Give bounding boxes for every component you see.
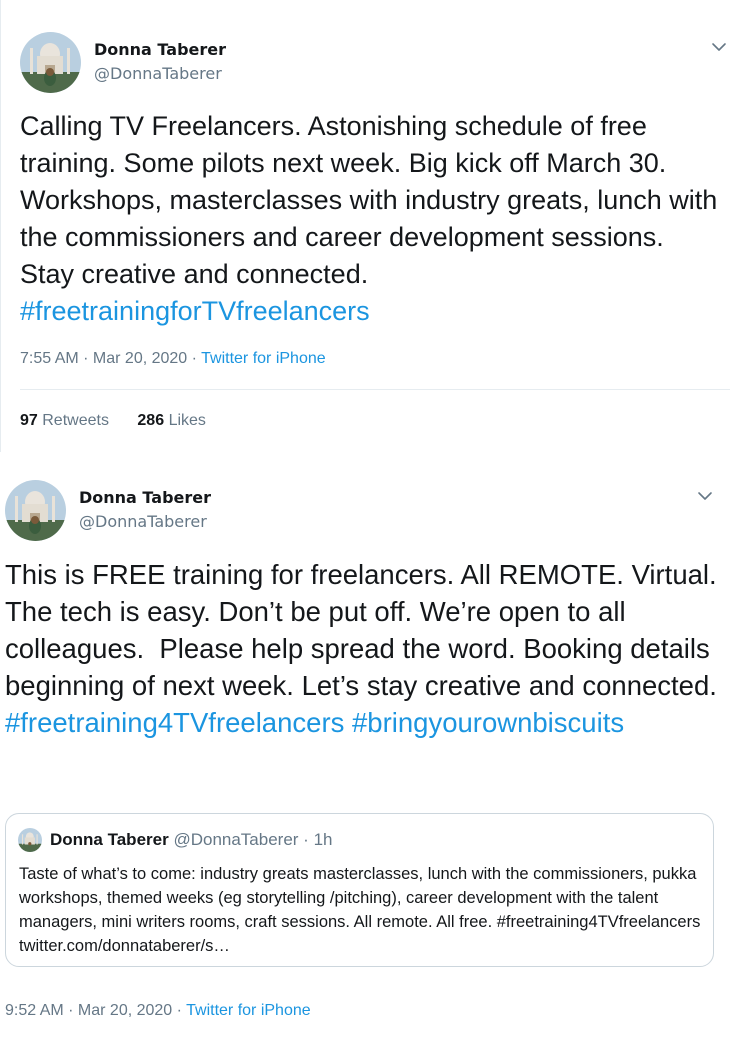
retweets-stat[interactable]: 97 Retweets [20,412,109,429]
tweet-date[interactable]: Mar 20, 2020 [93,350,187,367]
likes-count: 286 [137,412,165,429]
quoted-tweet[interactable]: Donna Taberer @DonnaTaberer · 1h Taste o… [5,813,714,967]
hashtag-link[interactable]: #bringyourownbiscuits [352,707,624,738]
meta-separator: · [78,350,93,367]
author-handle[interactable]: @DonnaTaberer [94,64,222,83]
quote-author-handle: @DonnaTaberer [173,830,299,849]
quote-header: Donna Taberer @DonnaTaberer · 1h [50,830,332,850]
taj-mahal-avatar-icon [18,828,42,852]
quote-avatar [18,828,42,852]
tweet-time[interactable]: 9:52 AM [5,1002,64,1019]
retweets-count: 97 [20,412,38,429]
quote-text: Taste of what’s to come: industry greats… [19,865,701,955]
avatar[interactable] [5,480,66,541]
tweet-text: Calling TV Freelancers. Astonishing sche… [20,108,720,330]
tweet-stats: 97 Retweets 286 Likes [20,412,230,430]
quote-dot: · [298,830,314,849]
quote-author-name: Donna Taberer [50,830,169,849]
likes-stat[interactable]: 286 Likes [137,412,206,429]
meta-separator: · [172,1002,187,1019]
tweet-meta: 7:55 AM · Mar 20, 2020 · Twitter for iPh… [20,350,326,368]
tweet-text: This is FREE training for freelancers. A… [5,556,735,741]
tweet-2: Donna Taberer @DonnaTaberer This is FREE… [0,452,745,1041]
retweets-label: Retweets [42,412,109,429]
taj-mahal-avatar-icon [5,480,66,541]
tweet-1: Donna Taberer @DonnaTaberer Calling TV F… [0,0,745,452]
chevron-down-icon[interactable] [694,485,716,507]
tweet-meta: 9:52 AM · Mar 20, 2020 · Twitter for iPh… [5,1002,311,1020]
quote-age: 1h [313,830,333,849]
card-border [0,0,1,452]
author-handle[interactable]: @DonnaTaberer [79,512,207,531]
tweet-source-link[interactable]: Twitter for iPhone [186,1002,311,1019]
tweet-time[interactable]: 7:55 AM [20,350,79,367]
avatar[interactable] [20,32,81,93]
hashtag-link[interactable]: #freetrainingforTVfreelancers [20,296,370,326]
meta-separator: · [63,1002,78,1019]
author-name[interactable]: Donna Taberer [79,488,211,507]
author-name[interactable]: Donna Taberer [94,40,226,59]
chevron-down-icon[interactable] [708,36,730,58]
hashtag-link[interactable]: #freetraining4TVfreelancers [5,707,344,738]
meta-separator: · [187,350,202,367]
taj-mahal-avatar-icon [20,32,81,93]
divider [20,389,730,390]
likes-label: Likes [168,412,206,429]
tweet-date[interactable]: Mar 20, 2020 [78,1002,172,1019]
tweet-body: Calling TV Freelancers. Astonishing sche… [20,111,725,289]
tweet-source-link[interactable]: Twitter for iPhone [201,350,326,367]
tweet-body: This is FREE training for freelancers. A… [5,559,725,701]
